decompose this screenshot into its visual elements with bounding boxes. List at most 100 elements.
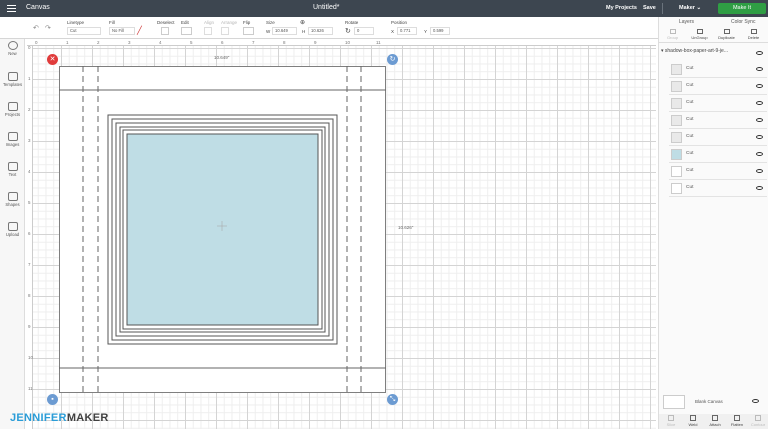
layer-label: Cut bbox=[686, 66, 694, 71]
rotate-input[interactable]: 0 bbox=[354, 27, 374, 35]
layer-swatch bbox=[671, 64, 682, 75]
ruler-tick-label: 8 bbox=[283, 40, 286, 45]
deselect-label: Deselect bbox=[157, 20, 175, 25]
watermark-logo: JENNIFERMAKER bbox=[10, 412, 109, 424]
attach-icon bbox=[712, 415, 718, 421]
eye-icon[interactable] bbox=[756, 186, 763, 190]
edit-toolbar: ↶ ↷ Linetype Cut Fill No Fill ╱ Deselect… bbox=[0, 17, 768, 39]
layer-row[interactable]: Cut bbox=[669, 95, 767, 112]
duplicate-button[interactable]: Duplicate bbox=[713, 27, 740, 40]
delete-button[interactable]: Delete bbox=[740, 27, 767, 40]
layer-row[interactable]: Cut bbox=[669, 146, 767, 163]
sidebar-item-label: Templates bbox=[2, 82, 23, 87]
ruler-tick-label: 7 bbox=[252, 40, 255, 45]
eye-icon[interactable] bbox=[756, 152, 763, 156]
sidebar-item-templates[interactable]: Templates bbox=[0, 72, 25, 87]
arrange-label: Arrange bbox=[221, 20, 238, 25]
sidebar-item-shapes[interactable]: Shapes bbox=[0, 192, 25, 207]
blank-canvas-row[interactable]: Blank Canvas bbox=[663, 393, 765, 411]
align-icon[interactable] bbox=[204, 27, 212, 35]
my-projects-link[interactable]: My Projects bbox=[606, 5, 637, 11]
sidebar-item-upload[interactable]: Upload bbox=[0, 222, 25, 237]
flatten-button[interactable]: Flatten bbox=[726, 414, 748, 427]
sidebar-item-text[interactable]: Text bbox=[0, 162, 25, 177]
eye-icon[interactable] bbox=[756, 67, 763, 71]
redo-icon[interactable]: ↷ bbox=[45, 24, 51, 32]
layer-row[interactable]: Cut bbox=[669, 180, 767, 197]
ruler-tick-label: 11 bbox=[376, 40, 381, 45]
size-height-input[interactable]: 10.626 bbox=[308, 27, 333, 35]
chevron-down-icon: ⌄ bbox=[696, 5, 702, 11]
ruler-tick-label: 3 bbox=[28, 138, 31, 143]
delete-handle-icon[interactable]: ✕ bbox=[47, 54, 58, 65]
divider bbox=[662, 3, 663, 14]
eye-icon[interactable] bbox=[756, 118, 763, 122]
layer-row[interactable]: Cut bbox=[669, 78, 767, 95]
make-it-button[interactable]: Make It bbox=[718, 3, 766, 14]
ruler-tick-label: 4 bbox=[159, 40, 162, 45]
text-icon bbox=[7, 162, 18, 171]
contour-icon bbox=[755, 415, 761, 421]
undo-icon[interactable]: ↶ bbox=[33, 24, 39, 32]
resize-handle-icon[interactable]: ⤡ bbox=[387, 394, 398, 405]
layer-row[interactable]: Cut bbox=[669, 112, 767, 129]
menu-icon[interactable] bbox=[7, 5, 16, 12]
sidebar-item-label: Projects bbox=[4, 112, 21, 117]
eye-icon[interactable] bbox=[756, 169, 763, 173]
machine-select[interactable]: Maker ⌄ bbox=[679, 5, 701, 11]
lock-icon[interactable]: ⊕ bbox=[300, 19, 305, 26]
rotate-handle-icon[interactable]: ↻ bbox=[387, 54, 398, 65]
eye-icon[interactable] bbox=[756, 51, 763, 55]
attach-button[interactable]: Attach bbox=[704, 414, 726, 427]
sidebar-item-new[interactable]: New bbox=[0, 41, 25, 56]
lock-handle-icon[interactable]: ▪ bbox=[47, 394, 58, 405]
flip-icon[interactable] bbox=[243, 27, 254, 35]
tab-color-sync[interactable]: Color Sync bbox=[731, 19, 755, 25]
ruler-tick-label: 3 bbox=[128, 40, 131, 45]
eye-off-icon[interactable] bbox=[752, 399, 759, 403]
top-ruler bbox=[27, 40, 656, 46]
save-button[interactable]: Save bbox=[643, 5, 656, 11]
plus-icon bbox=[7, 41, 18, 50]
eye-icon[interactable] bbox=[756, 101, 763, 105]
layer-label: Cut bbox=[686, 185, 694, 190]
edit-icon[interactable] bbox=[181, 27, 192, 35]
fill-label: Fill bbox=[109, 20, 115, 25]
trash-icon bbox=[750, 29, 757, 34]
size-h-label: H bbox=[302, 29, 306, 34]
linetype-select[interactable]: Cut bbox=[67, 27, 101, 35]
eye-icon[interactable] bbox=[756, 84, 763, 88]
fill-select[interactable]: No Fill bbox=[109, 27, 135, 35]
weld-button[interactable]: Weld bbox=[682, 414, 704, 427]
layer-row[interactable]: Cut bbox=[669, 129, 767, 146]
sidebar-item-projects[interactable]: Projects bbox=[0, 102, 25, 117]
ruler-tick-label: 6 bbox=[221, 40, 224, 45]
layer-actions: Group UnGroup Duplicate Delete bbox=[659, 27, 768, 43]
layer-swatch bbox=[671, 81, 682, 92]
contour-button[interactable]: Contour bbox=[747, 414, 768, 427]
shadow-box-design[interactable] bbox=[59, 66, 386, 393]
sidebar-item-images[interactable]: Images bbox=[0, 132, 25, 147]
pos-y-label: Y bbox=[424, 29, 428, 34]
position-x-input[interactable]: 0.771 bbox=[397, 27, 417, 35]
layer-row[interactable]: Cut bbox=[669, 61, 767, 78]
ruler-tick-label: 9 bbox=[28, 324, 31, 329]
ungroup-button[interactable]: UnGroup bbox=[686, 27, 713, 40]
size-width-input[interactable]: 10.649 bbox=[272, 27, 297, 35]
tab-layers[interactable]: Layers bbox=[679, 19, 694, 25]
app-title: Canvas bbox=[26, 4, 50, 11]
layer-swatch bbox=[671, 183, 682, 194]
ungroup-icon bbox=[696, 29, 703, 34]
arrange-icon[interactable] bbox=[221, 27, 229, 35]
top-bar: Canvas Untitled* My Projects Save Maker … bbox=[0, 0, 768, 17]
slice-button[interactable]: Slice bbox=[660, 414, 682, 427]
layer-group[interactable]: ▾ shadow-box-paper-art-9-je... bbox=[661, 48, 767, 60]
deselect-icon[interactable] bbox=[161, 27, 169, 35]
group-button[interactable]: Group bbox=[659, 27, 686, 40]
ruler-tick-label: 6 bbox=[28, 231, 31, 236]
fill-color-icon[interactable]: ╱ bbox=[137, 26, 142, 35]
eye-icon[interactable] bbox=[756, 135, 763, 139]
ruler-tick-label: 5 bbox=[28, 200, 31, 205]
layer-row[interactable]: Cut bbox=[669, 163, 767, 180]
position-y-input[interactable]: 0.599 bbox=[430, 27, 450, 35]
